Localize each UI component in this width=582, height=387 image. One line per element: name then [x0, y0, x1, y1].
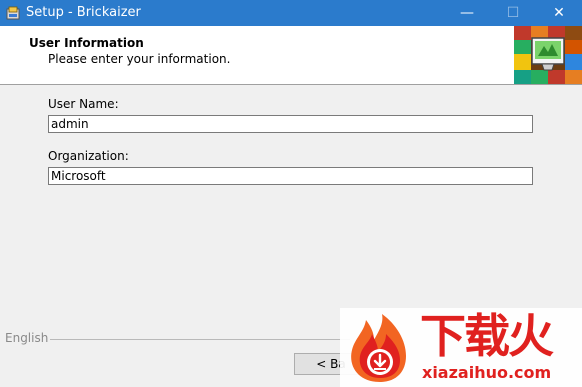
setup-app-icon: [6, 6, 20, 20]
organization-label: Organization:: [48, 149, 129, 163]
user-name-field[interactable]: [48, 115, 533, 133]
close-icon: ✕: [553, 5, 565, 21]
minimize-button[interactable]: —: [444, 0, 490, 26]
close-button[interactable]: ✕: [536, 0, 582, 26]
maximize-icon: ☐: [506, 5, 520, 21]
footer-divider: [50, 339, 350, 340]
user-name-label: User Name:: [48, 97, 119, 111]
watermark: 下载火 xiazaihuo.com: [340, 308, 582, 387]
maximize-button[interactable]: ☐: [490, 0, 536, 26]
minimize-icon: —: [460, 5, 474, 21]
lego-bricks-monitor-icon: [514, 26, 582, 84]
flame-logo-icon: [351, 314, 406, 382]
window-title: Setup - Brickaizer: [26, 5, 141, 20]
watermark-text: 下载火: [420, 309, 554, 363]
page-title: User Information: [29, 36, 144, 50]
wizard-header: User Information Please enter your infor…: [0, 26, 582, 85]
watermark-url: xiazaihuo.com: [422, 363, 552, 382]
organization-field[interactable]: [48, 167, 533, 185]
language-label: English: [5, 331, 49, 345]
page-subtitle: Please enter your information.: [48, 52, 231, 66]
title-bar[interactable]: Setup - Brickaizer — ☐ ✕: [0, 0, 582, 26]
